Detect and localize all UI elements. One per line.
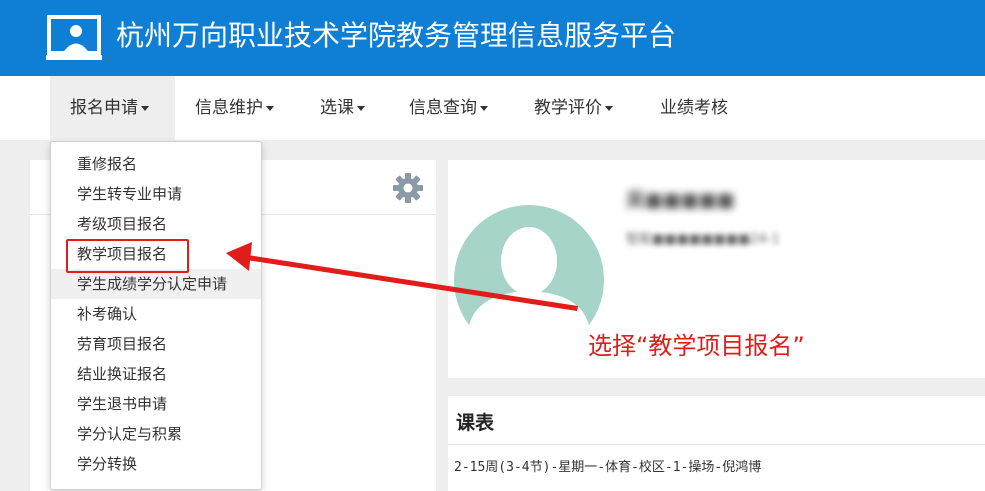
nav-item-label: 信息查询: [409, 98, 477, 118]
schedule-title: 课表: [456, 412, 495, 434]
nav-item-label: 报名申请: [70, 98, 138, 118]
caret-down-icon: [141, 105, 149, 111]
user-avatar-icon: [454, 205, 604, 325]
schedule-row[interactable]: 2-15周(3-4节)-星期一-体育-校区-1-操场-倪鸿博: [454, 456, 761, 475]
menu-item-retake-registration[interactable]: 重修报名: [51, 149, 261, 179]
profile-panel: 吴■■■■■ 智能■■■■■■■■24-1 选择“教学项目报名”: [448, 160, 985, 378]
caret-down-icon: [605, 105, 613, 111]
menu-item-exam-level-registration[interactable]: 考级项目报名: [51, 209, 261, 239]
caret-down-icon: [480, 105, 488, 111]
gear-icon[interactable]: [392, 172, 424, 204]
caret-down-icon: [266, 105, 274, 111]
menu-item-textbook-return[interactable]: 学生退书申请: [51, 389, 261, 419]
menu-item-labor-project-registration[interactable]: 劳育项目报名: [51, 329, 261, 359]
nav-item-label: 业绩考核: [660, 98, 728, 118]
schedule-panel: 课表 2-15周(3-4节)-星期一-体育-校区-1-操场-倪鸿博: [448, 396, 985, 491]
caret-down-icon: [357, 105, 365, 111]
menu-item-major-transfer[interactable]: 学生转专业申请: [51, 179, 261, 209]
menu-item-credit-accumulation[interactable]: 学分认定与积累: [51, 419, 261, 449]
presentation-screen-icon: [46, 15, 102, 60]
menu-item-credit-recognition[interactable]: 学生成绩学分认定申请: [51, 269, 261, 299]
nav-item-course-selection[interactable]: 选课: [320, 76, 365, 140]
menu-item-credit-transfer[interactable]: 学分转换: [51, 449, 261, 479]
nav-item-info-maintenance[interactable]: 信息维护: [195, 76, 274, 140]
nav-item-label: 选课: [320, 98, 354, 118]
menu-item-makeup-exam-confirm[interactable]: 补考确认: [51, 299, 261, 329]
nav-item-performance-review[interactable]: 业绩考核: [660, 76, 728, 140]
divider: [448, 444, 985, 445]
nav-item-info-query[interactable]: 信息查询: [409, 76, 488, 140]
nav-item-registration[interactable]: 报名申请: [50, 76, 175, 140]
user-name: 吴■■■■■: [626, 189, 735, 211]
nav-item-label: 信息维护: [195, 98, 263, 118]
nav-item-label: 教学评价: [534, 98, 602, 118]
highlight-box: [66, 239, 189, 273]
registration-dropdown-menu: 重修报名 学生转专业申请 考级项目报名 教学项目报名 学生成绩学分认定申请 补考…: [50, 141, 262, 490]
main-nav: 报名申请 信息维护 选课 信息查询 教学评价 业绩考核: [0, 76, 985, 140]
app-title: 杭州万向职业技术学院教务管理信息服务平台: [116, 19, 677, 52]
user-class-info: 智能■■■■■■■■24-1: [626, 232, 780, 247]
annotation-text: 选择“教学项目报名”: [588, 332, 805, 360]
nav-item-teaching-evaluation[interactable]: 教学评价: [534, 76, 613, 140]
menu-item-certificate-exchange[interactable]: 结业换证报名: [51, 359, 261, 389]
app-header: 杭州万向职业技术学院教务管理信息服务平台: [0, 0, 985, 76]
